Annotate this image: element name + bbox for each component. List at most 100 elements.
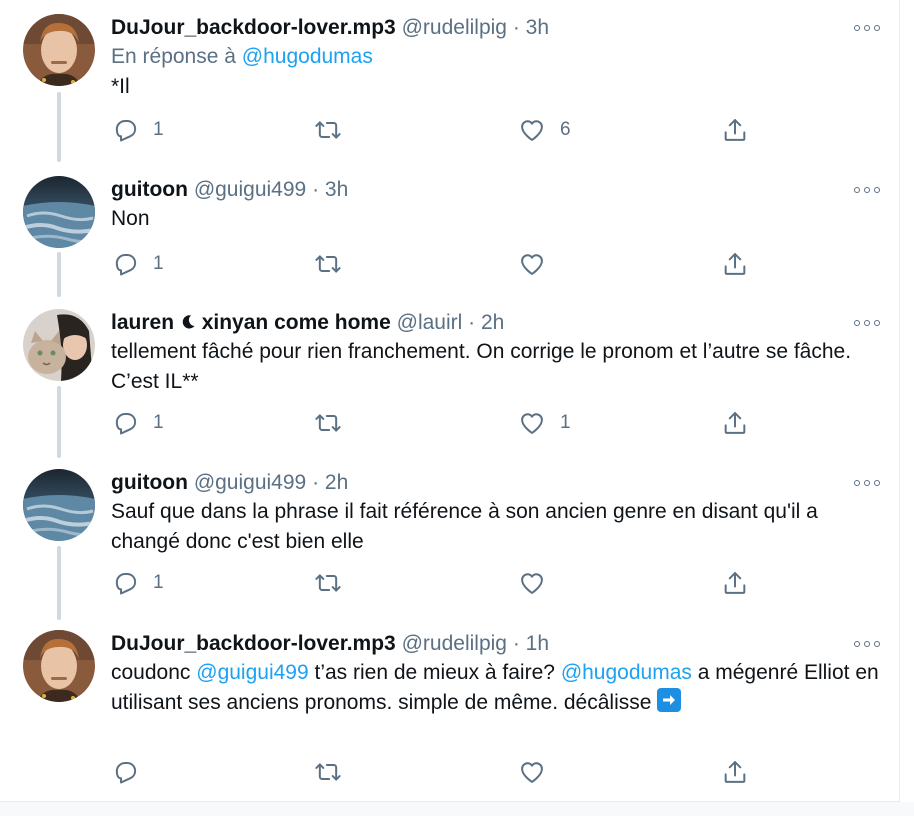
avatar[interactable] (23, 14, 95, 86)
more-icon[interactable] (854, 182, 880, 198)
reply-icon (115, 254, 137, 276)
mention-link[interactable]: @guigui499 (196, 661, 308, 684)
share-button[interactable] (721, 409, 749, 437)
retweet-icon (315, 414, 341, 432)
retweet-icon (315, 763, 341, 781)
timestamp[interactable]: 3h (325, 178, 348, 201)
mention-link[interactable]: @hugodumas (561, 661, 692, 684)
separator-dot: · (312, 471, 320, 494)
retweet-icon (315, 574, 341, 592)
reply-prefix: En réponse à (111, 45, 236, 68)
reply-count: 1 (153, 119, 164, 140)
retweet-icon (315, 121, 341, 139)
separator-dot: · (312, 178, 320, 201)
user-handle[interactable]: @guigui499 (194, 471, 306, 494)
retweet-button[interactable] (314, 569, 356, 597)
avatar[interactable] (23, 630, 95, 702)
timestamp[interactable]: 2h (481, 311, 504, 334)
tweet-text: Sauf que dans la phrase il fait référenc… (111, 500, 824, 553)
avatar[interactable] (23, 309, 95, 381)
display-name[interactable]: DuJour_backdoor-lover.mp3 (111, 632, 396, 655)
avatar[interactable] (23, 176, 95, 248)
more-icon[interactable] (854, 20, 880, 36)
share-button[interactable] (721, 250, 749, 278)
display-name[interactable]: guitoon (111, 178, 188, 201)
reply-button[interactable]: 1 (111, 409, 164, 437)
tweet-actions: 1 (111, 250, 761, 280)
reply-button[interactable]: 1 (111, 569, 164, 597)
more-icon[interactable] (854, 315, 880, 331)
like-count: 1 (560, 412, 571, 433)
retweet-icon (315, 255, 341, 273)
timestamp[interactable]: 1h (526, 632, 549, 655)
tweet[interactable]: DuJour_backdoor-lover.mp3 @rudelilpig · … (0, 14, 900, 162)
display-name-part: xinyan come home (201, 311, 391, 334)
retweet-button[interactable] (314, 116, 356, 144)
like-icon (521, 762, 543, 783)
tweet-text: coudonc @guigui499 t’as rien de mieux à … (111, 658, 880, 718)
like-count: 6 (560, 119, 571, 140)
tweet-text: *Il (111, 75, 130, 98)
avatar[interactable] (23, 469, 95, 541)
tweet[interactable]: DuJour_backdoor-lover.mp3 @rudelilpig · … (0, 630, 900, 800)
reply-button[interactable]: 1 (111, 250, 164, 278)
display-name-part: lauren (111, 311, 175, 334)
more-icon[interactable] (854, 636, 880, 652)
share-icon (724, 572, 746, 594)
like-icon (521, 573, 543, 594)
right-arrow-emoji (657, 688, 682, 712)
like-icon (521, 120, 543, 141)
separator-dot: · (512, 632, 520, 655)
like-button[interactable] (518, 569, 560, 597)
user-handle[interactable]: @rudelilpig (402, 16, 507, 39)
user-handle[interactable]: @rudelilpig (402, 632, 507, 655)
reply-icon (115, 413, 137, 435)
reply-button[interactable]: 1 (111, 116, 164, 144)
timestamp[interactable]: 3h (526, 16, 549, 39)
reply-button[interactable] (111, 758, 153, 786)
share-icon (724, 253, 746, 275)
timeline-footer-strip (0, 802, 914, 816)
display-name[interactable]: DuJour_backdoor-lover.mp3 (111, 16, 396, 39)
reply-icon (115, 762, 137, 784)
reply-count: 1 (153, 572, 164, 593)
display-name[interactable]: guitoon (111, 471, 188, 494)
tweet[interactable]: guitoon @guigui499 · 3h Non 1 (0, 176, 900, 286)
display-name[interactable]: lauren xinyan come home (111, 311, 391, 334)
tweet-text: tellement fâché pour rien franchement. O… (111, 340, 857, 393)
tweet-text: Non (111, 207, 150, 230)
tweet-actions: 1 1 (111, 409, 761, 439)
tweet[interactable]: lauren xinyan come home @lauirl · 2h tel… (0, 309, 900, 449)
retweet-button[interactable] (314, 758, 356, 786)
timestamp[interactable]: 2h (325, 471, 348, 494)
more-icon[interactable] (854, 475, 880, 491)
retweet-button[interactable] (314, 409, 356, 437)
reply-icon (115, 120, 137, 142)
retweet-button[interactable] (314, 250, 356, 278)
like-button[interactable] (518, 250, 560, 278)
share-icon (724, 412, 746, 434)
user-handle[interactable]: @guigui499 (194, 178, 306, 201)
share-button[interactable] (721, 569, 749, 597)
user-handle[interactable]: @lauirl (397, 311, 463, 334)
reply-icon (115, 573, 137, 595)
like-button[interactable]: 6 (518, 116, 571, 144)
share-icon (724, 119, 746, 141)
tweet-text-part: coudonc (111, 661, 191, 684)
tweet-actions: 1 (111, 569, 761, 599)
tweet-actions: 1 6 (111, 116, 761, 146)
share-icon (724, 761, 746, 783)
reply-count: 1 (153, 412, 164, 433)
share-button[interactable] (721, 758, 749, 786)
like-button[interactable] (518, 758, 560, 786)
share-button[interactable] (721, 116, 749, 144)
moon-icon (182, 315, 195, 329)
like-button[interactable]: 1 (518, 409, 571, 437)
separator-dot: · (468, 311, 476, 334)
reply-count: 1 (153, 253, 164, 274)
tweet-text-part: t’as rien de mieux à faire? (314, 661, 555, 684)
mention-link[interactable]: @hugodumas (242, 45, 373, 68)
like-icon (521, 413, 543, 434)
separator-dot: · (512, 16, 520, 39)
tweet[interactable]: guitoon @guigui499 · 2h Sauf que dans la… (0, 469, 900, 609)
